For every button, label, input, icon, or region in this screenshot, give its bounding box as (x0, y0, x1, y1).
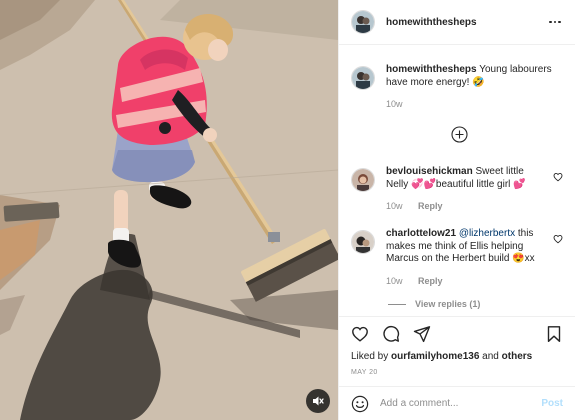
comment-username[interactable]: bevlouisehickman (386, 166, 473, 177)
comment-meta: 10w Reply (386, 200, 547, 213)
comment-composer: Post (339, 386, 575, 420)
view-replies-label: View replies (1) (415, 299, 481, 309)
plus-circle-icon (451, 126, 468, 143)
comment-age: 10w (386, 275, 403, 286)
post-actions: Liked by ourfamilyhome136 and others MAY… (339, 316, 575, 386)
comment-username[interactable]: charlottelow21 (386, 228, 456, 239)
bookmark-icon (547, 326, 561, 342)
post-date[interactable]: MAY 20 (351, 369, 563, 376)
more-options-icon[interactable] (547, 20, 563, 24)
mute-toggle-button[interactable] (306, 389, 330, 413)
reply-button[interactable]: Reply (418, 276, 443, 286)
like-comment-heart-icon[interactable] (553, 234, 563, 244)
like-button[interactable] (351, 325, 369, 343)
share-button[interactable] (413, 325, 431, 343)
save-button[interactable] (545, 325, 563, 343)
commenter-avatar[interactable] (351, 168, 375, 192)
comment-bubble-icon (383, 325, 400, 342)
avatar-image (352, 67, 374, 89)
divider-line (388, 303, 406, 305)
post-header: homewiththesheps (339, 0, 575, 45)
likes-summary: Liked by ourfamilyhome136 and others (351, 351, 563, 363)
view-replies-button[interactable]: View replies (1) (388, 299, 480, 309)
action-icons-row (351, 317, 563, 351)
comment-item: charlottelow21 @lizherbertx this makes m… (351, 228, 563, 287)
comment-age: 10w (386, 201, 403, 211)
reply-button[interactable]: Reply (418, 201, 443, 211)
author-username[interactable]: homewiththesheps (386, 17, 547, 28)
avatar-image (352, 231, 374, 253)
comment-meta: 10w Reply (386, 275, 547, 288)
comment-mention-link[interactable]: @lizherbertx (459, 228, 515, 239)
comment-button[interactable] (382, 325, 400, 343)
post-photo (0, 0, 338, 420)
caption-age: 10w (386, 99, 403, 109)
avatar-image (352, 169, 374, 191)
author-avatar[interactable] (351, 10, 375, 34)
comments-section: homewiththesheps Young labourers have mo… (339, 46, 575, 316)
comment-input[interactable] (380, 398, 542, 409)
load-more-comments-button[interactable] (451, 126, 468, 143)
post-side-panel: homewiththesheps homewiththesheps Young … (338, 0, 575, 420)
commenter-avatar[interactable] (351, 230, 375, 254)
caption-avatar[interactable] (351, 66, 375, 90)
post-media[interactable] (0, 0, 338, 420)
likes-middle: and (479, 351, 502, 362)
speaker-muted-icon (313, 396, 324, 406)
instagram-post-modal: homewiththesheps homewiththesheps Young … (0, 0, 575, 420)
caption-meta: 10w (386, 98, 563, 111)
heart-icon (352, 326, 368, 342)
caption: homewiththesheps Young labourers have mo… (351, 64, 563, 111)
likes-others-link[interactable]: others (502, 351, 533, 362)
liked-by-user[interactable]: ourfamilyhome136 (391, 351, 479, 362)
emoji-icon[interactable] (351, 395, 369, 413)
post-comment-button[interactable]: Post (541, 398, 563, 409)
likes-prefix: Liked by (351, 351, 392, 362)
caption-username[interactable]: homewiththesheps (386, 64, 477, 75)
comment-item: bevlouisehickman Sweet little Nelly 💞💕be… (351, 166, 563, 213)
paper-plane-icon (413, 326, 431, 343)
avatar-image (352, 11, 374, 33)
like-comment-heart-icon[interactable] (553, 172, 563, 182)
